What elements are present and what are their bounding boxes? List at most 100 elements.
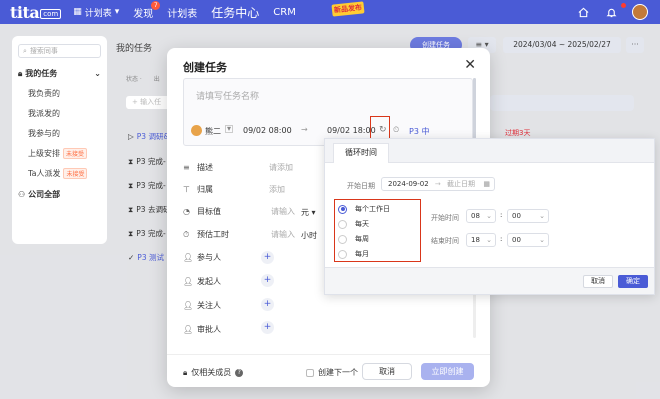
nav-task-center[interactable]: 任务中心 xyxy=(211,4,259,21)
quick-add-task[interactable]: + 输入任 xyxy=(126,96,170,109)
cancel-button[interactable]: 取消 xyxy=(362,363,412,380)
chevron-down-icon: ⌄ xyxy=(486,236,492,244)
top-nav-bar: tita com ▦ 计划表 ▾ 发现 7 计划表 任务中心 CRM 新品发布 xyxy=(0,0,660,24)
radio-unselected[interactable] xyxy=(338,219,347,229)
discover-badge: 7 xyxy=(151,0,161,10)
start-time[interactable]: 09/02 08:00 xyxy=(243,126,292,135)
sidebar-item-superior[interactable]: 上级安排 未接受 xyxy=(18,148,101,159)
task-name-input[interactable]: 请填写任务名称 xyxy=(183,78,473,146)
end-minute-select[interactable]: 00 ⌄ xyxy=(507,233,549,247)
popup-cancel-button[interactable]: 取消 xyxy=(583,275,613,288)
search-placeholder: 搜索同事 xyxy=(29,47,58,55)
priority-selector[interactable]: P3 中 xyxy=(409,126,429,137)
start-hour-value: 08 xyxy=(471,212,480,220)
app-logo[interactable]: tita xyxy=(10,3,40,22)
sidebar-item-participating[interactable]: 我参与的 xyxy=(18,128,101,139)
bell-icon[interactable] xyxy=(604,5,618,19)
status-filter[interactable]: 状态 · 出 xyxy=(126,74,160,83)
option-weekly[interactable]: 每周 xyxy=(338,234,369,244)
close-icon[interactable]: ✕ xyxy=(464,57,476,73)
field-description[interactable]: ≡ 描述 请添加 xyxy=(183,162,293,173)
tab-repeat-time[interactable]: 循环时间 xyxy=(333,143,389,163)
hourglass-icon: ⧗ xyxy=(128,228,134,238)
option-weekday[interactable]: 每个工作日 xyxy=(338,204,390,214)
sidebar-item-others[interactable]: Ta人派发 未接受 xyxy=(18,168,101,179)
create-next-label: 创建下一个 xyxy=(318,368,358,377)
org-icon: ⚇ xyxy=(18,190,26,199)
plan-icon: ▦ xyxy=(73,7,82,17)
task-row[interactable]: ⧗ P3 完成- xyxy=(128,180,166,191)
create-now-button[interactable]: 立即创建 xyxy=(421,363,474,380)
task-row[interactable]: ▷ P3 调研& xyxy=(128,131,169,142)
repeat-time-popup: 循环时间 开始日期 2024-09-02 → 截止日期 ▦ 每个工作日 每天 每… xyxy=(324,138,655,295)
help-icon[interactable]: ? xyxy=(235,368,244,377)
overdue-label: 过期3天 xyxy=(505,129,531,137)
option-monthly[interactable]: 每月 xyxy=(338,249,369,259)
date-range-picker[interactable]: 2024/03/04 ~ 2025/02/27 xyxy=(503,37,621,53)
add-participant-button[interactable]: + xyxy=(261,251,274,264)
related-members-option[interactable]: 🔒︎ 仅相关成员 ? xyxy=(183,367,244,378)
reminder-icon[interactable]: ⏲ xyxy=(393,125,399,135)
radio-unselected[interactable] xyxy=(338,234,347,244)
person-icon: 👤︎ xyxy=(183,253,194,262)
radio-unselected[interactable] xyxy=(338,249,347,259)
create-next-option[interactable]: 创建下一个 xyxy=(306,367,358,378)
colleague-search[interactable]: ⌕ 搜索同事 xyxy=(18,44,101,58)
top-right-actions xyxy=(576,4,648,20)
task-row[interactable]: ⧗ P3 完成- xyxy=(128,156,166,167)
time-separator: : xyxy=(500,211,503,219)
end-time[interactable]: 09/02 18:00 xyxy=(327,126,376,135)
field-target[interactable]: ◔ 目标值 请输入 xyxy=(183,206,295,217)
field-label: 发起人 xyxy=(197,277,221,286)
home-icon[interactable] xyxy=(576,5,590,19)
nav-plan-label: 计划表 xyxy=(84,8,112,19)
play-icon: ▷ xyxy=(128,132,134,141)
date-range-input[interactable]: 2024-09-02 → 截止日期 ▦ xyxy=(381,177,495,191)
field-label: 关注人 xyxy=(197,301,221,310)
sidebar-item-responsible[interactable]: 我负责的 xyxy=(18,88,101,99)
popup-confirm-button[interactable]: 确定 xyxy=(618,275,648,288)
start-hour-select[interactable]: 08 ⌄ xyxy=(466,209,496,223)
task-row[interactable]: ⧗ P3 去调研 xyxy=(128,204,170,215)
notification-dot xyxy=(621,3,626,8)
owner-edit-icon[interactable]: ▾ xyxy=(225,125,233,133)
end-date-placeholder: 截止日期 xyxy=(447,180,476,188)
add-follower-button[interactable]: + xyxy=(261,298,274,311)
create-next-checkbox[interactable] xyxy=(306,368,314,377)
start-minute-select[interactable]: 00 ⌄ xyxy=(507,209,549,223)
end-hour-select[interactable]: 18 ⌄ xyxy=(466,233,496,247)
sidebar-item-dispatched[interactable]: 我派发的 xyxy=(18,108,101,119)
calendar-icon: ▦ xyxy=(483,180,490,188)
task-row[interactable]: ⧗ P3 完成- xyxy=(128,228,166,239)
more-button[interactable]: ··· xyxy=(626,37,644,53)
sidebar-group-company[interactable]: ⚇ 公司全部 xyxy=(18,189,101,200)
task-title: P3 完成- xyxy=(136,181,166,190)
nav-crm[interactable]: CRM xyxy=(273,7,296,18)
option-label: 每月 xyxy=(355,250,369,258)
sidebar-group-my-tasks[interactable]: 🔒︎ 我的任务 ⌄ xyxy=(18,68,101,79)
field-estimate[interactable]: ⏱ 预估工时 请输入 xyxy=(183,229,295,240)
nav-schedule[interactable]: 计划表 xyxy=(167,5,197,20)
field-belong[interactable]: ⊤ 归属 添加 xyxy=(183,184,285,195)
task-row[interactable]: ✓ P3 测试 xyxy=(128,252,164,263)
nav-plan-dropdown[interactable]: ▦ 计划表 ▾ xyxy=(73,6,119,19)
option-daily[interactable]: 每天 xyxy=(338,219,369,229)
hourglass-icon: ⧗ xyxy=(128,180,134,190)
target-icon: ◔ xyxy=(183,207,190,216)
radio-selected[interactable] xyxy=(338,204,347,214)
related-members-label: 仅相关成员 xyxy=(191,368,232,377)
sidebar-group-label: 我的任务 xyxy=(25,69,58,78)
promo-badge: 新品发布 xyxy=(331,1,365,17)
nav-discover[interactable]: 发现 7 xyxy=(133,0,161,20)
not-accepted-badge: 未接受 xyxy=(63,168,88,179)
owner-name[interactable]: 熊二 xyxy=(205,126,221,137)
add-approver-button[interactable]: + xyxy=(261,321,274,334)
user-avatar[interactable] xyxy=(632,4,648,20)
person-icon: 👤︎ xyxy=(183,325,194,334)
field-label: 归属 xyxy=(197,185,213,194)
add-initiator-button[interactable]: + xyxy=(261,274,274,287)
time-separator: : xyxy=(500,235,503,243)
person-icon: 👤︎ xyxy=(183,301,194,310)
unit-dropdown[interactable]: 元 ▾ xyxy=(301,207,316,218)
description-icon: ≡ xyxy=(183,163,190,172)
